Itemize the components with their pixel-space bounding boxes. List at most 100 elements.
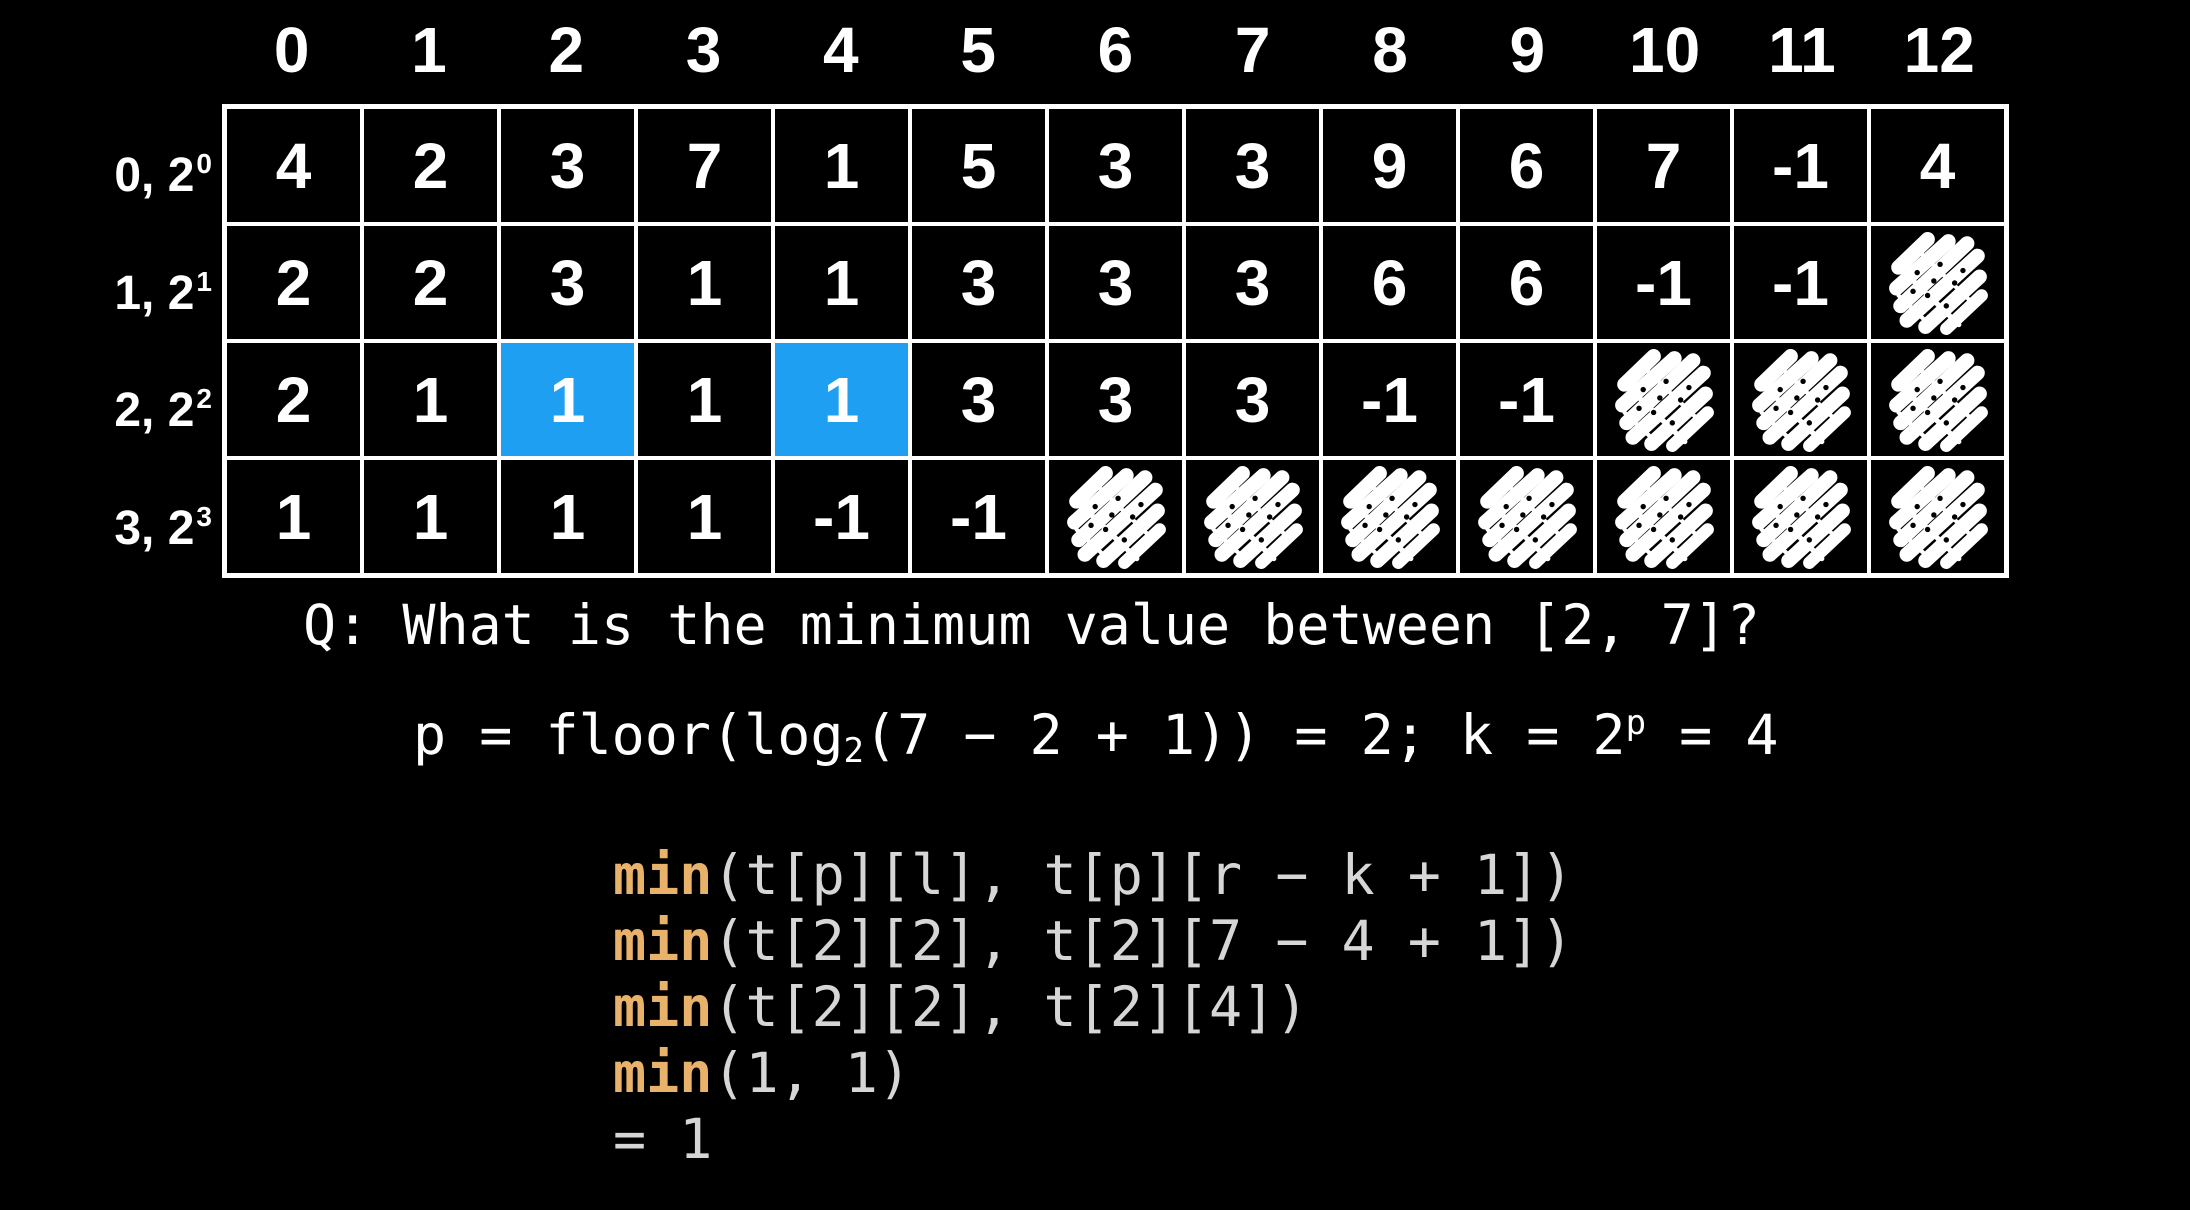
code-text: (1, 1): [712, 1041, 912, 1105]
column-index-2: 2: [548, 14, 585, 86]
table-cell-r2-c4: 1: [773, 341, 910, 458]
column-index-header: 0 1 2 3 4 5 6 7 8 9 10 11 12: [223, 10, 2008, 90]
code-line-2: min(t[2][2], t[2][4]): [613, 974, 1573, 1040]
column-index-4: 4: [823, 14, 859, 86]
table-cell-r0-c4: 1: [773, 107, 910, 224]
code-line-4: = 1: [613, 1106, 1573, 1172]
table-cell-r1-c4: 1: [773, 224, 910, 341]
scribble-icon: [1184, 458, 1321, 575]
table-cell-r0-c5: 5: [910, 107, 1047, 224]
row-label-text: 0, 2: [114, 149, 195, 202]
row-label-exponent: 1: [196, 265, 212, 297]
table-cell-r0-c8: 9: [1321, 107, 1458, 224]
column-index-10: 10: [1629, 14, 1701, 86]
table-cell-r3-c1: 1: [362, 458, 499, 575]
column-index-9: 9: [1509, 14, 1546, 86]
table-cell-r1-c10: -1: [1595, 224, 1732, 341]
row-label-2: 2, 22: [60, 340, 220, 458]
scribble-icon: [1595, 458, 1732, 575]
column-index-6: 6: [1097, 14, 1134, 86]
table-cell-r2-c8: -1: [1321, 341, 1458, 458]
code-text: (t[p][l], t[p][r − k + 1]): [712, 843, 1574, 907]
row-label-3: 3, 23: [60, 458, 220, 576]
code-line-0: min(t[p][l], t[p][r − k + 1]): [613, 842, 1573, 908]
table-cell-r3-c4: -1: [773, 458, 910, 575]
code-line-1: min(t[2][2], t[2][7 − 4 + 1]): [613, 908, 1573, 974]
scribble-icon: [1458, 458, 1595, 575]
code-line-3: min(1, 1): [613, 1040, 1573, 1106]
table-cell-r2-c9: -1: [1458, 341, 1595, 458]
column-index-7: 7: [1234, 14, 1271, 86]
table-cell-r0-c9: 6: [1458, 107, 1595, 224]
formula-part2: (7 − 2 + 1)) = 2; k = 2: [863, 703, 1626, 767]
table-cell-r1-c9: 6: [1458, 224, 1595, 341]
scribble-icon: [1047, 458, 1184, 575]
row-label-exponent: 3: [196, 500, 212, 532]
table-cell-r2-c6: 3: [1047, 341, 1184, 458]
column-index-11: 11: [1768, 14, 1836, 86]
table-cell-r2-c7: 3: [1184, 341, 1321, 458]
table-cell-r2-c5: 3: [910, 341, 1047, 458]
table-cell-r0-c0: 4: [225, 107, 362, 224]
formula-log-base: 2: [843, 731, 864, 771]
scribble-icon: [1321, 458, 1458, 575]
code-text: (t[2][2], t[2][7 − 4 + 1]): [712, 909, 1574, 973]
table-cell-r3-c5: -1: [910, 458, 1047, 575]
sparse-table-grid: 4 2 3 7 1 5 3 3 9 6 7 -1 4 2 2 3 1 1 3 3 3 6 6 -1 -1 2 1 1 1 1 3 3 3 -1 -1…: [222, 104, 2009, 578]
table-cell-r3-c0: 1: [225, 458, 362, 575]
row-label-text: 1, 2: [114, 266, 195, 320]
table-cell-r2-c0: 2: [225, 341, 362, 458]
code-block: min(t[p][l], t[p][r − k + 1]) min(t[2][2]…: [613, 842, 1573, 1172]
code-keyword: min: [613, 909, 713, 973]
table-cell-r0-c1: 2: [362, 107, 499, 224]
code-keyword: min: [613, 843, 713, 907]
column-index-1: 1: [411, 14, 447, 86]
table-cell-r2-c2: 1: [499, 341, 636, 458]
table-cell-r1-c2: 3: [499, 224, 636, 341]
scribble-icon: [1869, 458, 2006, 575]
scribble-icon: [1595, 341, 1732, 458]
table-cell-r0-c6: 3: [1047, 107, 1184, 224]
formula-part1: p = floor(log: [413, 703, 844, 767]
column-index-5: 5: [960, 14, 996, 86]
code-keyword: min: [613, 1041, 713, 1105]
formula-line: p = floor(log2(7 − 2 + 1)) = 2; k = 2p =…: [413, 688, 1779, 786]
row-label-exponent: 2: [196, 383, 212, 414]
table-cell-r1-c0: 2: [225, 224, 362, 341]
row-label-column: 0, 20 1, 21 2, 22 3, 23: [60, 105, 220, 575]
column-index-12: 12: [1903, 14, 1975, 86]
column-index-0: 0: [273, 14, 310, 86]
row-label-0: 0, 20: [60, 105, 220, 223]
scribble-icon: [1869, 224, 2006, 341]
table-cell-r1-c8: 6: [1321, 224, 1458, 341]
code-keyword: min: [613, 975, 713, 1039]
table-cell-r2-c3: 1: [636, 341, 773, 458]
table-cell-r2-c1: 1: [362, 341, 499, 458]
scribble-icon: [1732, 458, 1869, 575]
row-label-text: 2, 2: [114, 384, 195, 437]
table-cell-r1-c1: 2: [362, 224, 499, 341]
table-cell-r0-c2: 3: [499, 107, 636, 224]
formula-part3: = 4: [1646, 703, 1779, 767]
code-text: (t[2][2], t[2][4]): [712, 975, 1309, 1039]
table-cell-r0-c10: 7: [1595, 107, 1732, 224]
table-cell-r3-c2: 1: [499, 458, 636, 575]
column-index-8: 8: [1372, 14, 1408, 86]
table-cell-r0-c12: 4: [1869, 107, 2006, 224]
table-cell-r1-c7: 3: [1184, 224, 1321, 341]
row-label-text: 3, 2: [114, 501, 195, 555]
code-text: = 1: [613, 1107, 713, 1171]
row-label-1: 1, 21: [60, 223, 220, 341]
question-text: Q: What is the minimum value between [2,…: [303, 593, 1760, 657]
table-cell-r1-c5: 3: [910, 224, 1047, 341]
table-cell-r1-c6: 3: [1047, 224, 1184, 341]
table-cell-r1-c3: 1: [636, 224, 773, 341]
table-cell-r0-c3: 7: [636, 107, 773, 224]
scribble-icon: [1869, 341, 2006, 458]
formula-exponent: p: [1625, 703, 1647, 743]
row-label-exponent: 0: [196, 148, 212, 179]
table-cell-r0-c11: -1: [1732, 107, 1869, 224]
column-index-3: 3: [685, 14, 722, 86]
table-cell-r3-c3: 1: [636, 458, 773, 575]
table-cell-r0-c7: 3: [1184, 107, 1321, 224]
